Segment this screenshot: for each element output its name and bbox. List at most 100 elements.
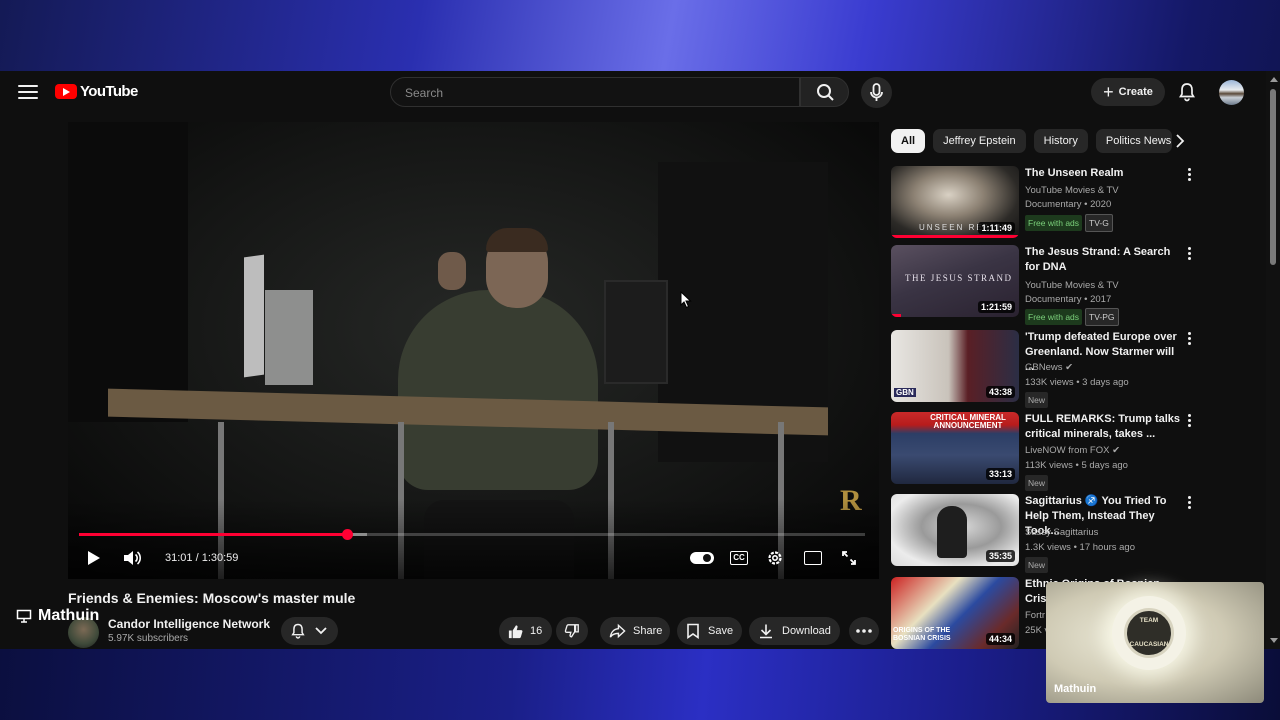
verified-icon: ✔: [1065, 362, 1074, 373]
search-box[interactable]: [390, 77, 800, 107]
chip-history[interactable]: History: [1033, 129, 1088, 153]
duration-badge: 43:38: [985, 386, 1015, 398]
account-avatar[interactable]: [1219, 80, 1244, 105]
team-logo: TEAM CAUCASIAN: [1124, 608, 1174, 658]
more-actions-button[interactable]: [849, 617, 879, 645]
scroll-up-arrow-icon[interactable]: [1270, 77, 1278, 82]
new-badge: New: [1025, 557, 1049, 573]
search-button[interactable]: [800, 77, 849, 107]
video-thumbnail[interactable]: CRITICAL MINERAL ANNOUNCEMENT 33:13: [891, 412, 1019, 484]
chip-all[interactable]: All: [891, 129, 926, 153]
more-options-icon[interactable]: [1185, 168, 1193, 184]
recommendation-title: FULL REMARKS: Trump talks critical miner…: [1025, 413, 1181, 440]
recommendation-item[interactable]: THE JESUS STRAND 1:21:59 The Jesus Stran…: [891, 245, 1261, 326]
recommendation-channel[interactable]: Sassy Sagittarius: [1025, 526, 1185, 540]
youtube-app-window: YouTube + Create: [0, 71, 1280, 649]
save-button[interactable]: Save: [677, 617, 742, 645]
new-badge: New: [1025, 475, 1049, 491]
presenter-name: Mathuin: [38, 607, 100, 624]
channel-name[interactable]: Candor Intelligence Network: [108, 617, 270, 631]
more-options-icon[interactable]: [1185, 414, 1193, 430]
played-bar: [79, 533, 348, 536]
duration-badge: 44:34: [985, 633, 1015, 645]
settings-button[interactable]: [765, 547, 785, 569]
recommendation-item[interactable]: UNSEEN REALM 1:11:49 The Unseen Realm Yo…: [891, 166, 1261, 240]
webcam-overlay: TEAM CAUCASIAN Mathuin: [1046, 582, 1264, 703]
recommendation-channel[interactable]: YouTube Movies & TV: [1025, 279, 1185, 293]
search-icon: [817, 84, 834, 101]
search-input[interactable]: [403, 85, 787, 101]
duration-badge: 33:13: [985, 468, 1015, 480]
share-button[interactable]: Share: [600, 617, 670, 645]
bookmark-icon: [687, 623, 699, 639]
mute-button[interactable]: [121, 547, 143, 569]
dislike-button[interactable]: [556, 617, 588, 645]
bell-icon: [291, 623, 305, 639]
presenter-label: Mathuin: [16, 607, 99, 625]
more-horizontal-icon: [856, 629, 872, 633]
subtitles-button[interactable]: CC: [730, 551, 748, 565]
download-label: Download: [782, 625, 831, 637]
page-scrollbar[interactable]: [1266, 71, 1280, 649]
subscriber-count: 5.97K subscribers: [108, 633, 189, 644]
chip-politics-news[interactable]: Politics News: [1095, 129, 1172, 153]
free-with-ads-badge: Free with ads: [1025, 215, 1083, 231]
more-options-icon[interactable]: [1185, 496, 1193, 512]
channel-label: GBNews: [1025, 362, 1063, 373]
video-thumbnail[interactable]: ORIGINS OF THE BOSNIAN CRISIS 44:34: [891, 577, 1019, 649]
chips-next-button[interactable]: [1169, 130, 1191, 152]
subscribed-notifications-button[interactable]: [281, 617, 338, 645]
recommendation-item[interactable]: CRITICAL MINERAL ANNOUNCEMENT 33:13 FULL…: [891, 412, 1261, 491]
video-thumbnail[interactable]: GBN 43:38: [891, 330, 1019, 402]
fullscreen-icon: [842, 551, 856, 565]
mouse-cursor-icon: [680, 291, 692, 309]
microphone-icon: [870, 83, 883, 101]
video-thumbnail[interactable]: THE JESUS STRAND 1:21:59: [891, 245, 1019, 317]
recommendation-item[interactable]: GBN 43:38 'Trump defeated Europe over Gr…: [891, 330, 1261, 408]
filter-chips: All Jeffrey Epstein History Politics New…: [891, 129, 1172, 153]
free-with-ads-badge: Free with ads: [1025, 309, 1083, 325]
watched-progress-bar: [891, 235, 1019, 238]
rating-badge: TV-G: [1085, 214, 1113, 232]
duration-badge: 1:21:59: [977, 301, 1015, 313]
chip-jeffrey-epstein[interactable]: Jeffrey Epstein: [933, 129, 1026, 153]
video-player[interactable]: R 31:01 / 1:30:59 CC: [68, 122, 879, 579]
like-count: 16: [530, 625, 543, 637]
scrubber-handle[interactable]: [342, 529, 354, 540]
scrollbar-thumb[interactable]: [1270, 89, 1276, 265]
more-options-icon[interactable]: [1185, 247, 1193, 263]
fullscreen-button[interactable]: [839, 547, 859, 569]
voice-search-button[interactable]: [861, 77, 892, 108]
more-options-icon[interactable]: [1185, 332, 1193, 348]
recommendation-item[interactable]: 35:35 Sagittarius ♐ You Tried To Help Th…: [891, 494, 1261, 573]
download-button[interactable]: Download: [749, 617, 840, 645]
recommendation-channel[interactable]: LiveNOW from FOX ✔: [1025, 444, 1185, 458]
create-label: Create: [1118, 86, 1153, 98]
video-thumbnail[interactable]: UNSEEN REALM 1:11:49: [891, 166, 1019, 238]
youtube-play-logo-icon: [55, 84, 77, 99]
scroll-down-arrow-icon[interactable]: [1270, 638, 1278, 643]
recommendation-channel[interactable]: YouTube Movies & TV: [1025, 184, 1185, 198]
recommendation-meta: Documentary • 2020: [1025, 199, 1112, 210]
duration-badge: 1:11:49: [978, 222, 1015, 234]
theater-mode-button[interactable]: [804, 551, 822, 565]
notifications-button[interactable]: [1176, 81, 1198, 103]
thumbnail-caption: GBN: [894, 388, 916, 397]
badge-row: New: [1025, 392, 1185, 408]
youtube-logo[interactable]: YouTube: [55, 83, 138, 100]
play-button[interactable]: [84, 547, 104, 569]
create-button[interactable]: + Create: [1091, 78, 1165, 106]
time-display: 31:01 / 1:30:59: [165, 552, 239, 564]
progress-bar[interactable]: [79, 529, 865, 540]
channel-label: LiveNOW from FOX: [1025, 445, 1110, 456]
recommendation-meta: 1.3K views • 17 hours ago: [1025, 542, 1136, 553]
thumbs-up-icon: [508, 624, 523, 638]
recommendation-channel[interactable]: GBNews ✔: [1025, 361, 1185, 375]
thumbs-down-icon: [564, 624, 579, 638]
recommendation-meta: Documentary • 2017: [1025, 294, 1112, 305]
menu-icon[interactable]: [18, 85, 38, 101]
autoplay-toggle[interactable]: [690, 552, 714, 564]
like-button[interactable]: 16: [499, 617, 552, 645]
video-thumbnail[interactable]: 35:35: [891, 494, 1019, 566]
thumbnail-caption: ORIGINS OF THE BOSNIAN CRISIS: [893, 627, 951, 642]
